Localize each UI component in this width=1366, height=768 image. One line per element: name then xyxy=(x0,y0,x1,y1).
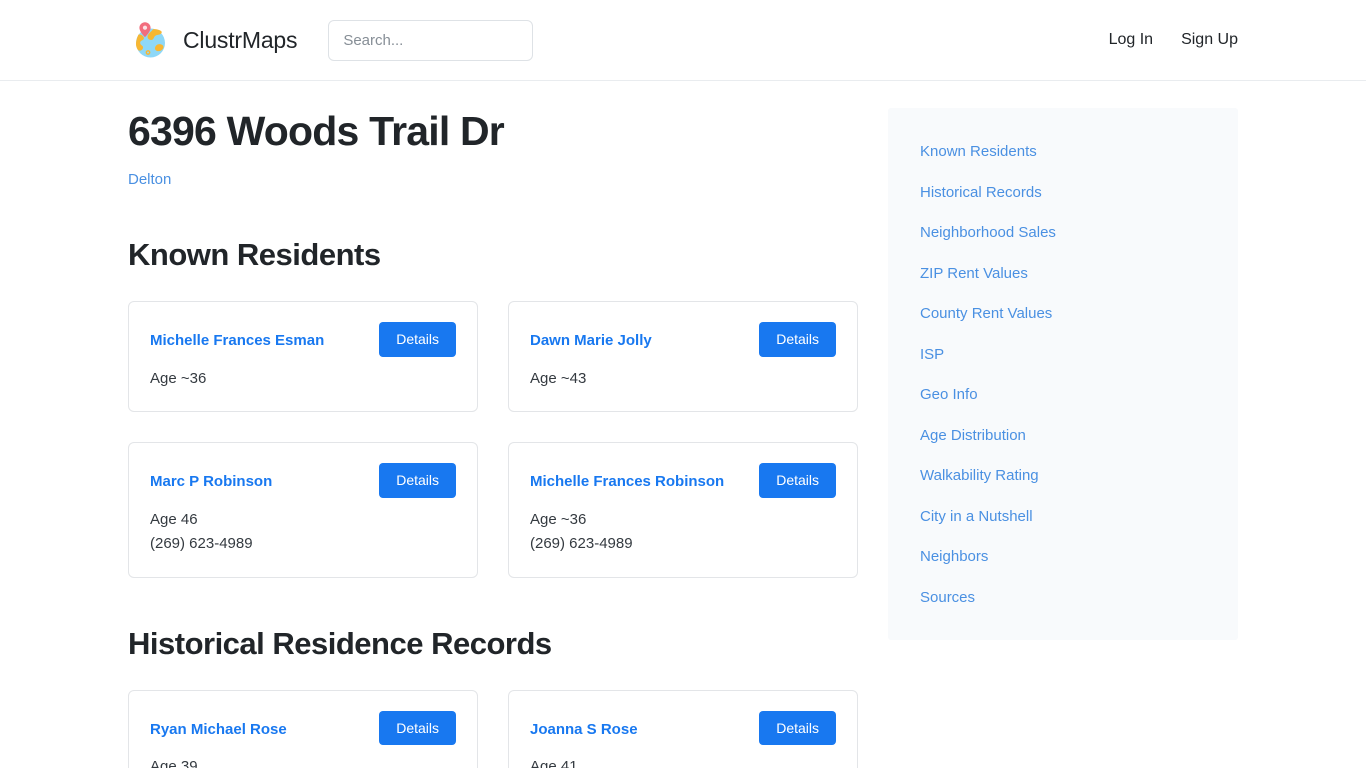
card-header: Michelle Frances Robinson Details xyxy=(530,463,836,499)
person-age: Age ~43 xyxy=(530,369,587,387)
details-button[interactable]: Details xyxy=(759,322,836,357)
person-name-link[interactable]: Joanna S Rose xyxy=(530,711,638,740)
sidebar-item-isp: ISP xyxy=(888,335,1238,376)
card-meta: Age ~36 (269) 623-4989 xyxy=(530,508,836,557)
globe-pin-icon xyxy=(128,18,172,62)
person-age: Age ~36 xyxy=(150,369,207,387)
person-name-link[interactable]: Dawn Marie Jolly xyxy=(530,322,652,351)
person-card: Joanna S Rose Details Age 41 xyxy=(508,689,858,768)
resident-card-grid: Michelle Frances Esman Details Age ~36 D… xyxy=(128,301,858,578)
person-age: Age 39 xyxy=(150,758,198,768)
card-meta: Age ~43 xyxy=(530,367,836,391)
sidebar-link[interactable]: City in a Nutshell xyxy=(888,497,1238,538)
sidebar-link[interactable]: Known Residents xyxy=(888,132,1238,173)
site-header: ClustrMaps Log In Sign Up xyxy=(0,0,1366,81)
historical-card-grid: Ryan Michael Rose Details Age 39 Joanna … xyxy=(128,689,858,768)
section-heading: Known Residents xyxy=(128,237,381,273)
sidebar-link[interactable]: Neighbors xyxy=(888,537,1238,578)
person-phone: (269) 623-4989 xyxy=(150,535,253,553)
person-card: Dawn Marie Jolly Details Age ~43 xyxy=(508,301,858,413)
header-nav: Log In Sign Up xyxy=(1109,31,1238,49)
sidebar-link[interactable]: ISP xyxy=(888,335,1238,376)
card-meta: Age 46 (269) 623-4989 xyxy=(150,508,456,557)
card-meta: Age ~36 xyxy=(150,367,456,391)
sidebar-link[interactable]: Neighborhood Sales xyxy=(888,213,1238,254)
sidebar-item-walkability-rating: Walkability Rating xyxy=(888,456,1238,497)
person-card: Marc P Robinson Details Age 46 (269) 623… xyxy=(128,442,478,578)
sidebar-item-neighborhood-sales: Neighborhood Sales xyxy=(888,213,1238,254)
page-body: 6396 Woods Trail Dr Delton Known Residen… xyxy=(0,81,1366,768)
sidebar-item-zip-rent-values: ZIP Rent Values xyxy=(888,254,1238,295)
person-card: Ryan Michael Rose Details Age 39 xyxy=(128,689,478,768)
person-name-link[interactable]: Marc P Robinson xyxy=(150,463,272,492)
sidebar-item-historical-records: Historical Records xyxy=(888,173,1238,214)
sidebar-item-neighbors: Neighbors xyxy=(888,537,1238,578)
person-age: Age ~36 xyxy=(530,511,587,529)
details-button[interactable]: Details xyxy=(379,710,456,746)
page-title: 6396 Woods Trail Dr xyxy=(128,108,505,154)
card-header: Ryan Michael Rose Details xyxy=(150,710,456,746)
person-card: Michelle Frances Robinson Details Age ~3… xyxy=(508,442,858,578)
signup-link[interactable]: Sign Up xyxy=(1181,31,1238,49)
login-link[interactable]: Log In xyxy=(1109,31,1153,49)
sidebar-list: Known Residents Historical Records Neigh… xyxy=(888,132,1238,618)
city-link[interactable]: Delton xyxy=(128,171,171,188)
sidebar-link[interactable]: ZIP Rent Values xyxy=(888,254,1238,295)
section-heading: Historical Residence Records xyxy=(128,625,552,661)
details-button[interactable]: Details xyxy=(759,463,836,499)
sidebar-item-geo-info: Geo Info xyxy=(888,375,1238,416)
details-button[interactable]: Details xyxy=(759,710,836,746)
section-historical-records: Historical Residence Records Ryan Michae… xyxy=(128,626,858,768)
search-container xyxy=(328,19,534,61)
sidebar-item-known-residents: Known Residents xyxy=(888,132,1238,173)
sidebar-item-age-distribution: Age Distribution xyxy=(888,416,1238,457)
sidebar-link[interactable]: Age Distribution xyxy=(888,416,1238,457)
card-meta: Age 39 xyxy=(150,755,456,768)
person-name-link[interactable]: Ryan Michael Rose xyxy=(150,711,287,740)
sidebar-link[interactable]: Sources xyxy=(888,578,1238,619)
card-meta: Age 41 xyxy=(530,755,836,768)
sidebar-item-county-rent-values: County Rent Values xyxy=(888,294,1238,335)
details-button[interactable]: Details xyxy=(379,463,456,499)
brand-logo-link[interactable]: ClustrMaps xyxy=(128,18,298,62)
person-age: Age 41 xyxy=(530,758,578,768)
sidebar-item-city-in-a-nutshell: City in a Nutshell xyxy=(888,497,1238,538)
person-name-link[interactable]: Michelle Frances Esman xyxy=(150,322,324,351)
sidebar-item-sources: Sources xyxy=(888,578,1238,619)
person-phone: (269) 623-4989 xyxy=(530,535,633,553)
main-content: 6396 Woods Trail Dr Delton Known Residen… xyxy=(128,81,858,768)
person-age: Age 46 xyxy=(150,511,198,529)
brand-name: ClustrMaps xyxy=(183,26,298,53)
sidebar-link[interactable]: Historical Records xyxy=(888,173,1238,214)
card-header: Joanna S Rose Details xyxy=(530,710,836,746)
person-name-link[interactable]: Michelle Frances Robinson xyxy=(530,463,724,492)
person-card: Michelle Frances Esman Details Age ~36 xyxy=(128,301,478,413)
sidebar-toc: Known Residents Historical Records Neigh… xyxy=(888,108,1238,640)
section-known-residents: Known Residents Michelle Frances Esman D… xyxy=(128,237,858,578)
details-button[interactable]: Details xyxy=(379,322,456,357)
card-header: Dawn Marie Jolly Details xyxy=(530,322,836,357)
card-header: Michelle Frances Esman Details xyxy=(150,322,456,357)
card-header: Marc P Robinson Details xyxy=(150,463,456,499)
sidebar-link[interactable]: Geo Info xyxy=(888,375,1238,416)
sidebar-link[interactable]: County Rent Values xyxy=(888,294,1238,335)
sidebar-link[interactable]: Walkability Rating xyxy=(888,456,1238,497)
search-input[interactable] xyxy=(328,19,534,61)
